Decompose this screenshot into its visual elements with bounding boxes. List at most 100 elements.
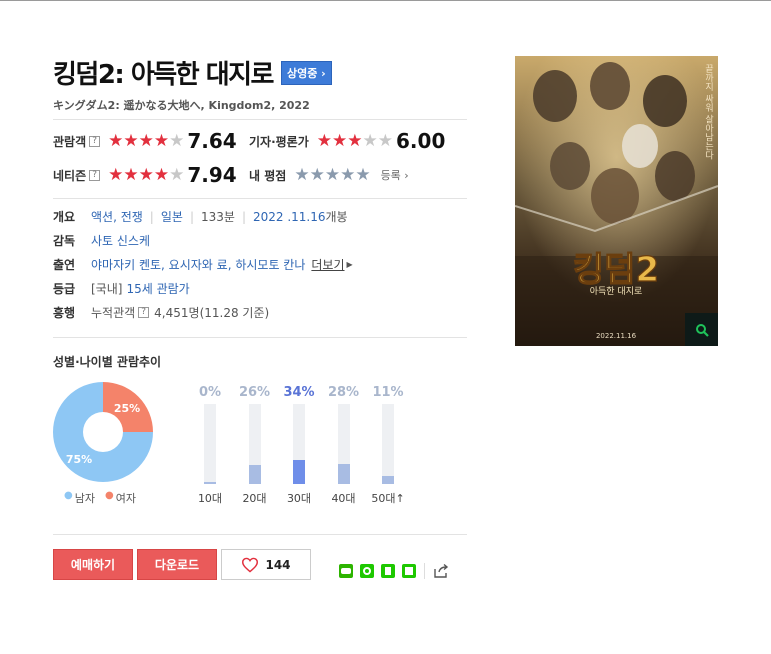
cast-links[interactable]: 야마자키 켄토, 요시자와 료, 하시모토 칸나 bbox=[91, 256, 305, 273]
boxoffice-label: 흥행 bbox=[53, 306, 76, 320]
country-link[interactable]: 일본 bbox=[161, 208, 183, 225]
cast-more-link[interactable]: 더보기 bbox=[311, 256, 344, 273]
trend-title: 성별·나이별 관람추이 bbox=[53, 355, 162, 369]
female-percent-label: 25% bbox=[114, 402, 140, 415]
age-bar-fill bbox=[382, 476, 394, 484]
info-boxoffice: 흥행 누적관객 ? 4,451명(11.28 기준) bbox=[53, 304, 269, 321]
age-bar-track bbox=[293, 404, 305, 484]
poster-subtitle: 아득한 대지로 bbox=[590, 286, 643, 297]
star-icon[interactable]: ★ bbox=[340, 166, 355, 184]
my-rating-stars[interactable]: ★ ★ ★ ★ ★ bbox=[294, 166, 370, 184]
female-legend-dot: ● bbox=[104, 490, 114, 501]
audience-label: 관람객 bbox=[53, 134, 87, 149]
poster-zoom-button[interactable] bbox=[685, 313, 718, 346]
movie-title: 킹덤2: 아득한 대지로 bbox=[53, 60, 274, 90]
rating-mine: 내 평점 ★ ★ ★ ★ ★ 등록 › bbox=[249, 164, 409, 186]
director-link[interactable]: 사토 신스케 bbox=[91, 232, 150, 249]
age-group-label: 50대↑ bbox=[371, 492, 405, 505]
star-icon[interactable]: ★ bbox=[355, 166, 370, 184]
rating-critic: 기자·평론가 ★ ★ ★ ★ ★ 6.00 bbox=[249, 129, 446, 153]
star-icon: ★ bbox=[138, 130, 154, 151]
help-icon[interactable]: ? bbox=[89, 169, 101, 181]
critic-score: 6.00 bbox=[396, 129, 446, 153]
keep-share-icon[interactable] bbox=[402, 564, 416, 578]
info-overview: 개요 액션, 전쟁 | 일본 | 133분 | 2022 .11.16 개봉 bbox=[53, 208, 348, 225]
separator: | bbox=[189, 209, 194, 224]
blog-share-icon[interactable] bbox=[339, 564, 353, 578]
title-row: 킹덤2: 아득한 대지로 상영중 › bbox=[53, 54, 332, 91]
register-rating-link[interactable]: 등록 › bbox=[381, 167, 409, 183]
age-percent-label: 11% bbox=[372, 385, 404, 400]
age-bar-track bbox=[204, 404, 216, 484]
top-border bbox=[0, 0, 771, 1]
separator: | bbox=[241, 209, 246, 224]
movie-poster[interactable]: 킹덤2 아득한 대지로 2022.11.16 끝까지 싸워 살아남는다 bbox=[515, 56, 718, 346]
star-icon: ★ bbox=[123, 164, 139, 185]
grade-label: 등급 bbox=[53, 282, 76, 296]
age-group-label: 40대 bbox=[331, 492, 356, 505]
divider bbox=[424, 563, 425, 579]
magnifier-icon bbox=[695, 323, 709, 337]
grade-prefix: [국내] bbox=[91, 282, 123, 296]
star-icon: ★ bbox=[153, 130, 170, 151]
grade-link[interactable]: 15세 관람가 bbox=[126, 280, 189, 297]
cafe-share-icon[interactable] bbox=[360, 564, 374, 578]
age-percent-label: 34% bbox=[283, 385, 315, 400]
star-icon: ★ bbox=[108, 130, 124, 151]
divider bbox=[53, 119, 467, 120]
age-bar-fill bbox=[204, 482, 216, 484]
download-button[interactable]: 다운로드 bbox=[137, 549, 217, 580]
director-label: 감독 bbox=[53, 234, 76, 248]
star-icon: ★ bbox=[169, 130, 185, 151]
audience-score: 7.64 bbox=[187, 129, 237, 153]
separator: | bbox=[149, 209, 154, 224]
age-group-label: 20대 bbox=[242, 492, 267, 505]
star-icon[interactable]: ★ bbox=[325, 166, 340, 184]
release-suffix: 개봉 bbox=[325, 210, 348, 224]
poster-date: 2022.11.16 bbox=[596, 332, 637, 340]
star-icon: ★ bbox=[138, 164, 154, 185]
caret-right-icon: ▶ bbox=[346, 260, 353, 269]
age-bar-track bbox=[337, 404, 350, 484]
info-director: 감독 사토 신스케 bbox=[53, 232, 150, 249]
male-legend-dot: ● bbox=[64, 490, 73, 501]
divider bbox=[53, 337, 467, 338]
share-icon[interactable] bbox=[433, 563, 449, 579]
female-legend-label: 여자 bbox=[115, 492, 136, 505]
star-icon: ★ bbox=[347, 130, 363, 151]
poster-title: 킹덤2 bbox=[573, 250, 659, 290]
original-title: キングダム2: 遥かなる大地へ, Kingdom2, 2022 bbox=[53, 99, 310, 112]
age-group-label: 10대 bbox=[197, 492, 223, 505]
male-percent-label: 75% bbox=[66, 453, 92, 466]
bookmark-share-icon[interactable] bbox=[381, 564, 395, 578]
star-icon: ★ bbox=[332, 130, 348, 151]
age-bar-fill bbox=[293, 460, 305, 484]
boxoffice-value: 4,451명(11.28 기준) bbox=[154, 306, 270, 320]
now-showing-badge[interactable]: 상영중 › bbox=[280, 60, 332, 85]
star-icon: ★ bbox=[316, 130, 333, 151]
reserve-button[interactable]: 예매하기 bbox=[53, 549, 133, 580]
star-icon[interactable]: ★ bbox=[310, 166, 325, 184]
help-icon[interactable]: ? bbox=[89, 135, 101, 147]
rating-audience: 관람객 ? ★ ★ ★ ★ ★ 7.64 bbox=[53, 129, 237, 153]
age-bar-track bbox=[382, 404, 394, 484]
like-count: 144 bbox=[265, 557, 291, 572]
star-icon[interactable]: ★ bbox=[294, 166, 309, 184]
gender-donut-chart: 25% 75% bbox=[53, 382, 153, 482]
like-button[interactable]: 144 bbox=[221, 549, 311, 580]
info-grade: 등급 [국내] 15세 관람가 bbox=[53, 280, 190, 297]
age-percent-label: 28% bbox=[327, 385, 360, 400]
star-icon: ★ bbox=[123, 130, 139, 151]
heart-icon bbox=[242, 557, 259, 573]
male-legend-label: 남자 bbox=[74, 492, 95, 505]
help-icon[interactable]: ? bbox=[138, 307, 150, 318]
star-icon: ★ bbox=[362, 130, 378, 151]
netizen-label: 네티즌 bbox=[53, 168, 87, 183]
release-date-link[interactable]: 2022 .11.16 bbox=[253, 210, 326, 224]
age-percent-label: 26% bbox=[238, 385, 271, 400]
star-icon: ★ bbox=[108, 164, 124, 185]
poster-tagline: 끝까지 싸워 살아남는다 bbox=[703, 64, 713, 161]
genre-link[interactable]: 액션, 전쟁 bbox=[91, 208, 143, 225]
netizen-stars: ★ ★ ★ ★ ★ bbox=[108, 164, 184, 185]
boxoffice-prefix: 누적관객 bbox=[91, 306, 136, 320]
